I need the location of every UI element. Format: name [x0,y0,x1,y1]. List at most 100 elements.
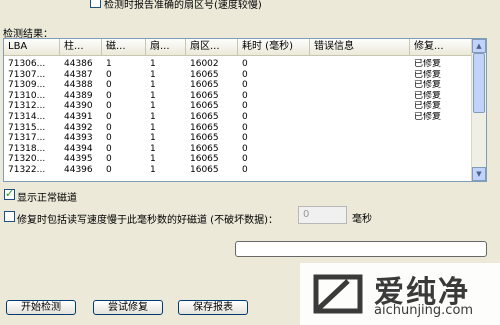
table-cell: 71322... [8,165,46,175]
table-row[interactable]: 71318... 44394 0 1 16065 0 [4,144,472,154]
table-cell: 71315... [8,122,46,133]
table-cell: 16065 [190,122,219,133]
table-cell: 1 [150,122,156,133]
table-cell [410,144,472,154]
watermark: 爱纯净 aichunjing.com [300,263,500,325]
table-cell: 16065 [190,133,219,144]
table-cell: 71318... [8,143,46,154]
table-cell: 0 [242,80,248,91]
table-cell [410,165,472,175]
table-row[interactable]: 71317... 44393 0 1 16065 0 [4,133,472,143]
table-cell: 44396 [64,165,93,175]
table-cell: 0 [106,143,112,154]
table-cell: 0 [242,69,248,80]
column-header[interactable]: 修复... [410,39,472,55]
table-cell: 44387 [64,69,93,80]
table-cell: 71310... [8,90,46,101]
table-row[interactable]: 71314... 44391 0 1 16065 0 已修复 [4,112,472,122]
table-cell: 44389 [64,90,93,101]
table-cell: 16065 [190,80,219,91]
table-cell [310,101,410,111]
table-cell: 已修复 [414,112,442,122]
table-row[interactable]: 71320... 44395 0 1 16065 0 [4,154,472,164]
try-repair-button[interactable]: 尝试修复 [93,300,163,315]
table-cell: 0 [106,122,112,133]
table-cell: 16065 [190,101,219,112]
results-table[interactable]: LBA 柱... 磁... 扇... 扇区... 耗时 (毫秒) 错误信息 修复... 713… [3,38,487,182]
watermark-logo-icon [313,274,363,314]
table-cell: 0 [242,122,248,133]
table-cell: 1 [150,101,156,112]
table-header: LBA 柱... 磁... 扇... 扇区... 耗时 (毫秒) 错误信息 修复... [4,39,486,56]
start-check-button[interactable]: 开始检测 [6,300,76,315]
table-row[interactable]: 71306... 44386 1 1 16002 0 已修复 [4,59,472,69]
table-row[interactable]: 71307... 44387 0 1 16065 0 已修复 [4,70,472,80]
table-row[interactable]: 71310... 44389 0 1 16065 0 已修复 [4,91,472,101]
table-cell: 16065 [190,143,219,154]
table-cell: 已修复 [414,80,442,91]
table-cell: 1 [150,59,156,69]
table-cell: 已修复 [414,69,442,80]
table-cell: 44391 [64,112,93,122]
table-cell: 0 [242,143,248,154]
table-cell [310,59,410,69]
table-cell: 0 [242,154,248,165]
table-row[interactable]: 71312... 44390 0 1 16065 0 已修复 [4,101,472,111]
table-cell: 1 [150,112,156,122]
table-cell: 44386 [64,59,93,69]
report-exact-sector-checkbox[interactable] [90,0,101,8]
column-header[interactable]: 扇... [146,39,186,55]
table-cell: 71306... [8,59,46,69]
column-header[interactable]: 扇区... [186,39,238,55]
table-cell: 44394 [64,143,93,154]
table-cell: 0 [106,90,112,101]
table-cell: 1 [150,165,156,175]
progress-bar [235,241,487,257]
scroll-up-icon[interactable]: ▲ [472,39,486,53]
table-row[interactable]: 71309... 44388 0 1 16065 0 已修复 [4,80,472,90]
table-cell: 71312... [8,101,46,112]
table-cell [310,91,410,101]
column-header[interactable]: 柱... [60,39,102,55]
table-cell: 44393 [64,133,93,144]
table-cell: 0 [106,165,112,175]
table-row[interactable]: 71315... 44392 0 1 16065 0 [4,123,472,133]
slow-ms-input[interactable]: 0 [298,206,347,224]
slow-ms-value: 0 [303,209,310,220]
table-cell [410,123,472,133]
table-cell: 1 [150,90,156,101]
table-cell: 1 [150,133,156,144]
table-cell: 0 [242,90,248,101]
scroll-thumb[interactable] [473,53,485,113]
table-cell: 16002 [190,59,219,69]
table-cell: 0 [106,101,112,112]
table-cell [410,133,472,143]
table-cell: 0 [242,112,248,122]
report-exact-sector-label: 检测时报告准确的扇区号(速度较慢) [104,0,262,11]
table-cell: 0 [106,80,112,91]
column-header[interactable]: 错误信息 [310,39,410,55]
table-cell: 16065 [190,165,219,175]
scroll-down-icon[interactable]: ▼ [472,167,486,181]
show-normal-label: 显示正常磁道 [17,193,77,204]
table-cell: 1 [150,143,156,154]
column-header[interactable]: 磁... [102,39,146,55]
watermark-url: aichunjing.com [374,303,474,318]
repair-slow-checkbox[interactable] [4,211,15,222]
table-cell [310,80,410,90]
table-cell [310,70,410,80]
table-cell: 44390 [64,101,93,112]
column-header[interactable]: 耗时 (毫秒) [238,39,310,55]
table-cell: 44392 [64,122,93,133]
save-report-button[interactable]: 保存报表 [178,300,248,315]
table-cell: 16065 [190,90,219,101]
table-row[interactable]: 71322... 44396 0 1 16065 0 [4,165,472,175]
table-cell: 0 [242,59,248,69]
table-cell: 已修复 [414,59,442,69]
table-cell [310,144,410,154]
show-normal-checkbox[interactable] [4,187,15,200]
column-header[interactable]: LBA [4,39,60,55]
table-cell: 0 [106,154,112,165]
table-vertical-scrollbar[interactable]: ▲ ▼ [471,39,486,181]
table-cell: 已修复 [414,101,442,112]
